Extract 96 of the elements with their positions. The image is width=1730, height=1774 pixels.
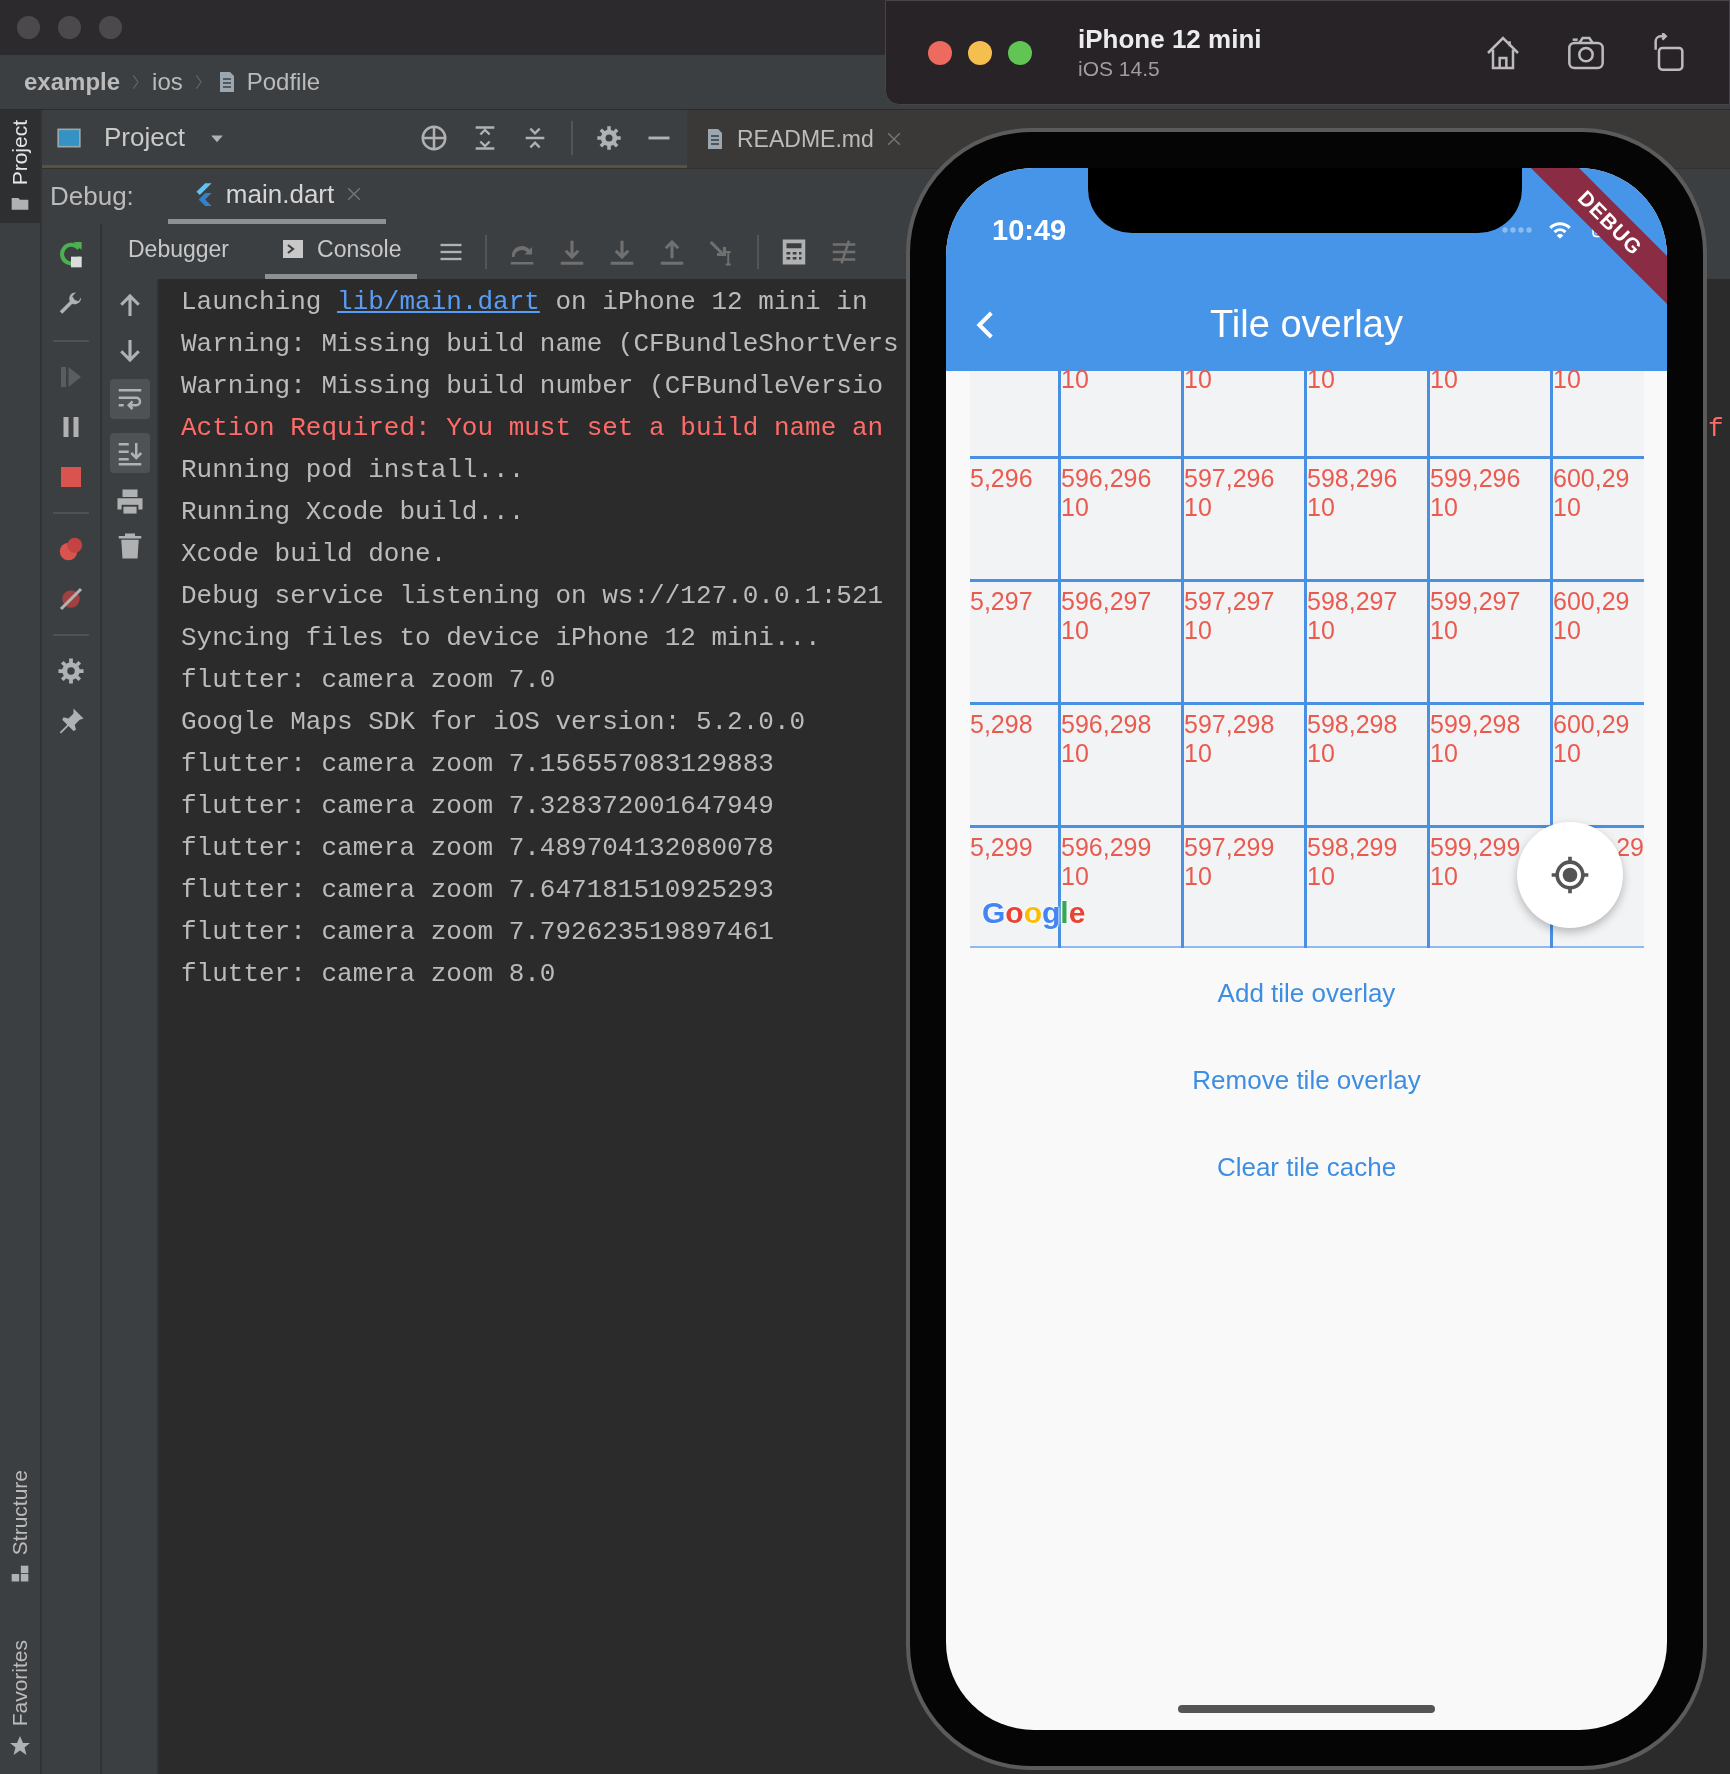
tile-zoom: 10 — [1307, 862, 1335, 891]
tool-window-tab[interactable]: Project — [0, 110, 40, 224]
squares-icon[interactable] — [10, 1563, 30, 1584]
tile-coordinate: 5,299 — [970, 833, 1033, 862]
tile-coordinate: 597,297 — [1184, 587, 1275, 616]
minimize-button[interactable] — [968, 40, 992, 65]
map[interactable] — [970, 371, 1644, 948]
tile-coordinate: 597,299 — [1184, 833, 1275, 862]
console-line: flutter: camera zoom 8.0 — [181, 958, 556, 991]
console-line: flutter: camera zoom 7.328372001647949 — [181, 790, 774, 823]
debug-label: Debug: — [50, 181, 134, 212]
tool-window-tab[interactable]: Structure — [0, 1460, 40, 1594]
console-line: Warning: Missing build name (CFBundleShortVers — [181, 328, 899, 361]
tile-coordinate: 5,297 — [970, 587, 1033, 616]
breadcrumb-item[interactable]: example — [24, 68, 121, 96]
console-line: Debug service listening on ws://127.0.0.1:521 — [181, 580, 884, 613]
tile-coordinate: 5,296 — [970, 464, 1033, 493]
tile-coordinate: 599,298 — [1430, 710, 1521, 739]
console-line: Syncing files to device iPhone 12 mini... — [181, 622, 821, 655]
tile-coordinate: 596,298 — [1061, 710, 1152, 739]
scroll-to-end-button[interactable] — [109, 433, 150, 473]
tile-coordinate: 599,299 — [1430, 833, 1521, 862]
tile-zoom: 10 — [1553, 739, 1581, 768]
signal-dots-icon — [1501, 227, 1533, 233]
console-line: Running pod install... — [181, 454, 525, 487]
tile-zoom: 10 — [1430, 493, 1458, 522]
tile-zoom: 10 — [1184, 493, 1212, 522]
tool-window-tab[interactable]: Favorites — [0, 1629, 40, 1768]
tile-zoom: 10 — [1184, 616, 1212, 645]
tile-zoom: 10 — [1307, 365, 1335, 394]
console-line: Running Xcode build... — [181, 496, 525, 529]
tile-zoom: 10 — [1184, 365, 1212, 394]
tile-zoom: 10 — [1430, 365, 1458, 394]
tile-zoom: 10 — [1184, 862, 1212, 891]
app-bar-title: Tile overlay — [1210, 303, 1403, 345]
editor-tab[interactable]: README.md — [703, 125, 904, 153]
console-line: flutter: camera zoom 7.0 — [181, 664, 556, 697]
panel-title[interactable]: Project — [104, 122, 185, 153]
tile-coordinate: 596,299 — [1061, 833, 1152, 862]
tile-zoom: 10 — [1430, 739, 1458, 768]
breadcrumb-item[interactable]: Podfile — [246, 68, 321, 96]
text-button[interactable]: Add tile overlay — [1207, 974, 1406, 1013]
text-button[interactable]: Remove tile overlay — [1182, 1061, 1431, 1100]
tile-coordinate: 599,297 — [1430, 587, 1521, 616]
file-link[interactable]: lib/main.dart — [337, 287, 540, 317]
tile-zoom: 10 — [1184, 739, 1212, 768]
tile-coordinate: 29 — [1616, 833, 1644, 862]
console-line: flutter: camera zoom 7.647181510925293 — [181, 874, 774, 907]
settings-icon[interactable] — [595, 123, 623, 152]
console-line: Launching lib/main.dart on iPhone 12 mini in — [181, 286, 868, 319]
tile-zoom: 10 — [1307, 493, 1335, 522]
tile-coordinate: 597,298 — [1184, 710, 1275, 739]
tile-zoom: 10 — [1061, 365, 1089, 394]
tile-coordinate: 5,298 — [970, 710, 1033, 739]
soft-wrap-button[interactable] — [109, 379, 150, 419]
close-button[interactable] — [928, 40, 952, 65]
text-button[interactable]: Clear tile cache — [1206, 1148, 1407, 1187]
console-line: flutter: camera zoom 7.156557083129883 — [181, 748, 774, 781]
tile-zoom: 10 — [1061, 862, 1089, 891]
tile-coordinate: 597,296 — [1184, 464, 1275, 493]
terminal-icon — [281, 237, 306, 261]
tile-zoom: 10 — [1307, 739, 1335, 768]
tile-zoom: 10 — [1307, 616, 1335, 645]
os-version: iOS 14.5 — [1078, 57, 1161, 81]
tile-zoom: 10 — [1553, 616, 1581, 645]
zoom-button[interactable] — [1008, 40, 1032, 65]
console-line: Google Maps SDK for iOS version: 5.2.0.0 — [181, 706, 806, 739]
tile-coordinate: 600,29 — [1553, 710, 1630, 739]
tile-coordinate: 596,297 — [1061, 587, 1152, 616]
breadcrumb-item[interactable]: ios — [152, 68, 183, 96]
tile-zoom: 10 — [1061, 616, 1089, 645]
console-line: Warning: Missing build number (CFBundleVersio — [181, 370, 884, 403]
settings-icon[interactable] — [56, 656, 86, 686]
tile-zoom: 10 — [1430, 862, 1458, 891]
console-line: flutter: camera zoom 7.792623519897461 — [181, 916, 774, 949]
status-time: 10:49 — [992, 212, 1067, 247]
tile-coordinate: 600,29 — [1553, 464, 1630, 493]
tile-coordinate: 598,297 — [1307, 587, 1398, 616]
tile-coordinate: 598,299 — [1307, 833, 1398, 862]
tile-zoom: 10 — [1061, 493, 1089, 522]
console-tab[interactable]: Debugger — [112, 224, 246, 279]
tile-zoom: 10 — [1553, 365, 1581, 394]
console-line: Xcode build done. — [181, 538, 447, 571]
tile-coordinate: 600,29 — [1553, 587, 1630, 616]
tile-coordinate: 596,296 — [1061, 464, 1152, 493]
console-error-line: Action Required: You must set a build name an — [181, 412, 884, 445]
tile-coordinate: 598,296 — [1307, 464, 1398, 493]
console-tab[interactable]: Console — [265, 224, 418, 279]
tile-coordinate: 599,296 — [1430, 464, 1521, 493]
console-error-line: f — [1708, 413, 1724, 446]
console-line: flutter: camera zoom 7.489704132080078 — [181, 832, 774, 865]
tile-coordinate: 598,298 — [1307, 710, 1398, 739]
tile-zoom: 10 — [1061, 739, 1089, 768]
tile-zoom: 10 — [1553, 493, 1581, 522]
device-name: iPhone 12 mini — [1078, 24, 1262, 55]
tile-zoom: 10 — [1430, 616, 1458, 645]
